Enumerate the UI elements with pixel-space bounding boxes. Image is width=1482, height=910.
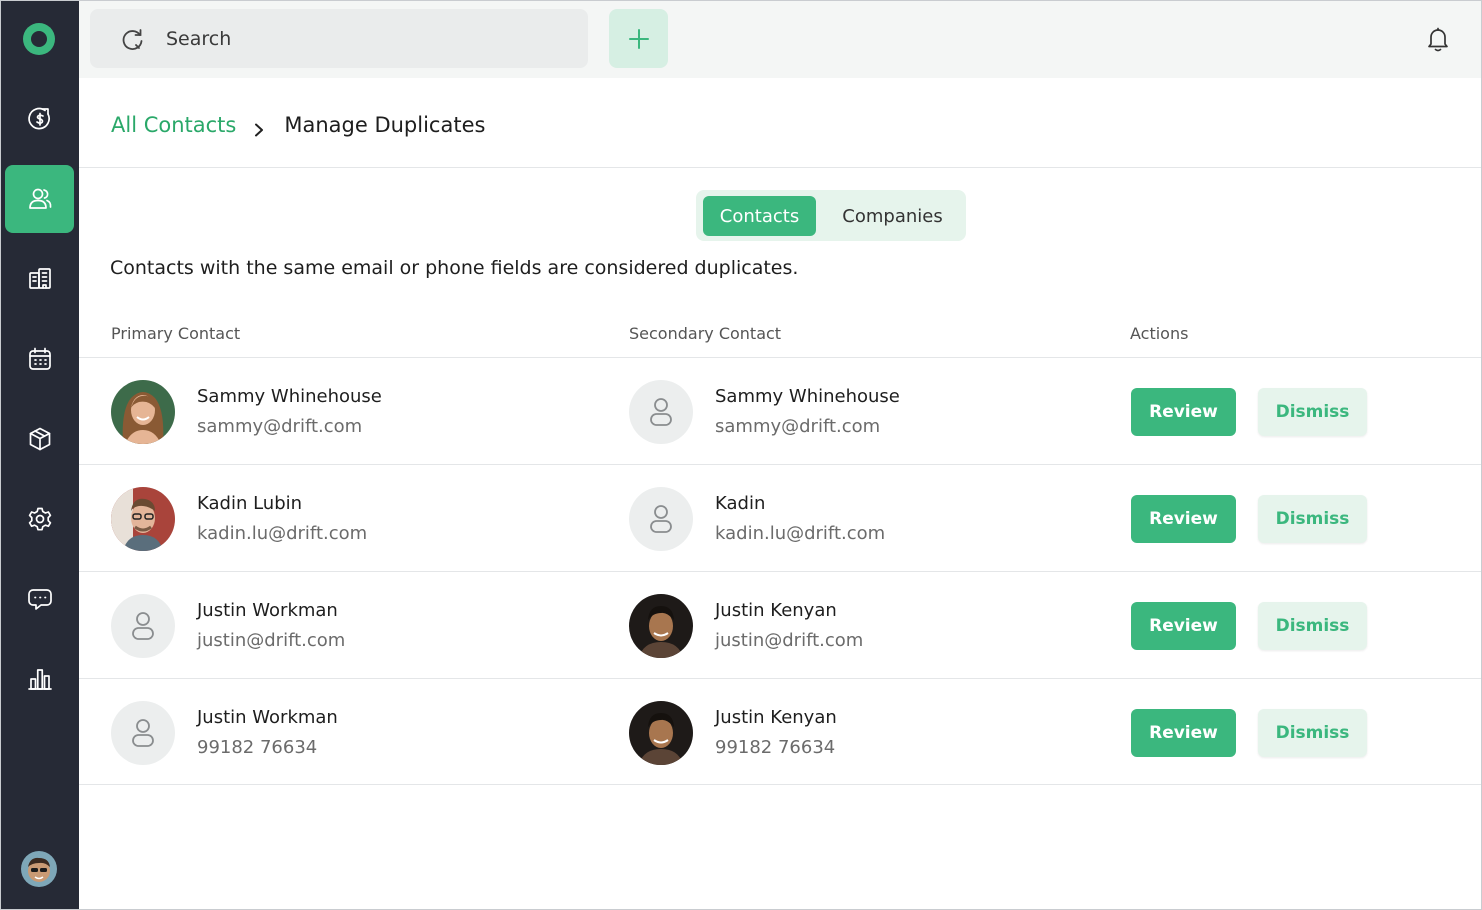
secondary-contact-name: Kadin <box>715 493 766 514</box>
table-row: Sammy Whinehouse sammy@drift.com Sammy W… <box>79 357 1481 464</box>
sidebar-item-calendar[interactable] <box>5 325 74 393</box>
secondary-contact-name: Justin Kenyan <box>715 707 837 728</box>
table-row: Kadin Lubin kadin.lu@drift.com Kadin kad… <box>79 464 1481 571</box>
app-window: All Contacts Manage Duplicates Contacts … <box>0 0 1482 910</box>
app-logo[interactable] <box>23 23 55 55</box>
sidebar-item-contacts[interactable] <box>5 165 74 233</box>
secondary-contact-detail: 99182 76634 <box>715 737 836 758</box>
primary-contact-detail: kadin.lu@drift.com <box>197 523 368 544</box>
tab-contacts[interactable]: Contacts <box>703 196 816 236</box>
column-header-primary: Primary Contact <box>111 324 241 343</box>
secondary-contact-name: Sammy Whinehouse <box>715 386 900 407</box>
products-icon <box>29 427 50 451</box>
sidebar-item-products[interactable] <box>5 405 74 473</box>
divider <box>79 167 1481 168</box>
contacts-icon <box>28 188 51 209</box>
notifications-button[interactable] <box>1425 25 1451 53</box>
secondary-contact-detail: justin@drift.com <box>715 630 864 651</box>
settings-icon <box>28 507 51 531</box>
companies-icon <box>28 268 51 289</box>
search-box[interactable] <box>90 9 588 68</box>
reports-icon <box>27 669 52 690</box>
primary-contact-detail: 99182 76634 <box>197 737 318 758</box>
add-button[interactable] <box>609 9 668 68</box>
sidebar-item-companies[interactable] <box>5 245 74 313</box>
table-row: Justin Workman 99182 76634 Justin Kenyan… <box>79 678 1481 785</box>
duplicates-description: Contacts with the same email or phone fi… <box>110 257 799 279</box>
dismiss-button[interactable]: Dismiss <box>1258 709 1367 757</box>
table-row: Justin Workman justin@drift.com Justin K… <box>79 571 1481 678</box>
primary-contact-name: Justin Workman <box>197 600 338 621</box>
entity-tabs: Contacts Companies <box>696 190 966 241</box>
search-input[interactable] <box>166 25 566 53</box>
primary-avatar <box>111 594 175 658</box>
sidebar-item-chat[interactable] <box>5 565 74 633</box>
sidebar-item-reports[interactable] <box>5 645 74 713</box>
page-title: Manage Duplicates <box>284 113 486 137</box>
breadcrumb: All Contacts Manage Duplicates <box>111 109 485 141</box>
sidebar <box>1 1 79 909</box>
secondary-avatar <box>629 594 693 658</box>
search-icon <box>122 29 143 50</box>
secondary-avatar <box>629 380 693 444</box>
primary-contact-name: Kadin Lubin <box>197 493 303 514</box>
calendar-icon <box>28 347 51 370</box>
primary-contact-name: Sammy Whinehouse <box>197 386 382 407</box>
user-avatar[interactable] <box>21 851 57 887</box>
chevron-right-icon <box>252 118 266 137</box>
primary-contact-detail: justin@drift.com <box>197 630 346 651</box>
primary-avatar <box>111 487 175 551</box>
column-header-actions: Actions <box>1130 324 1189 343</box>
review-button[interactable]: Review <box>1131 388 1236 436</box>
sidebar-item-revenue[interactable] <box>5 85 74 153</box>
primary-contact-detail: sammy@drift.com <box>197 416 363 437</box>
column-header-secondary: Secondary Contact <box>629 324 782 343</box>
sidebar-item-settings[interactable] <box>5 485 74 553</box>
secondary-avatar <box>629 701 693 765</box>
review-button[interactable]: Review <box>1131 602 1236 650</box>
secondary-avatar <box>629 487 693 551</box>
review-button[interactable]: Review <box>1131 709 1236 757</box>
primary-contact-name: Justin Workman <box>197 707 338 728</box>
breadcrumb-all-contacts[interactable]: All Contacts <box>111 113 236 137</box>
bell-icon <box>1428 27 1448 52</box>
revenue-icon <box>27 107 50 130</box>
review-button[interactable]: Review <box>1131 495 1236 543</box>
primary-avatar <box>111 380 175 444</box>
tab-companies[interactable]: Companies <box>826 196 959 236</box>
secondary-contact-name: Justin Kenyan <box>715 600 837 621</box>
chat-icon <box>27 589 52 610</box>
dismiss-button[interactable]: Dismiss <box>1258 495 1367 543</box>
user-placeholder-icon <box>650 398 672 426</box>
dismiss-button[interactable]: Dismiss <box>1258 602 1367 650</box>
user-placeholder-icon <box>650 505 672 533</box>
top-bar <box>79 1 1481 78</box>
primary-avatar <box>111 701 175 765</box>
secondary-contact-detail: sammy@drift.com <box>715 416 881 437</box>
user-placeholder-icon <box>132 612 154 640</box>
secondary-contact-detail: kadin.lu@drift.com <box>715 523 886 544</box>
user-placeholder-icon <box>132 719 154 747</box>
dismiss-button[interactable]: Dismiss <box>1258 388 1367 436</box>
plus-icon <box>628 28 649 49</box>
